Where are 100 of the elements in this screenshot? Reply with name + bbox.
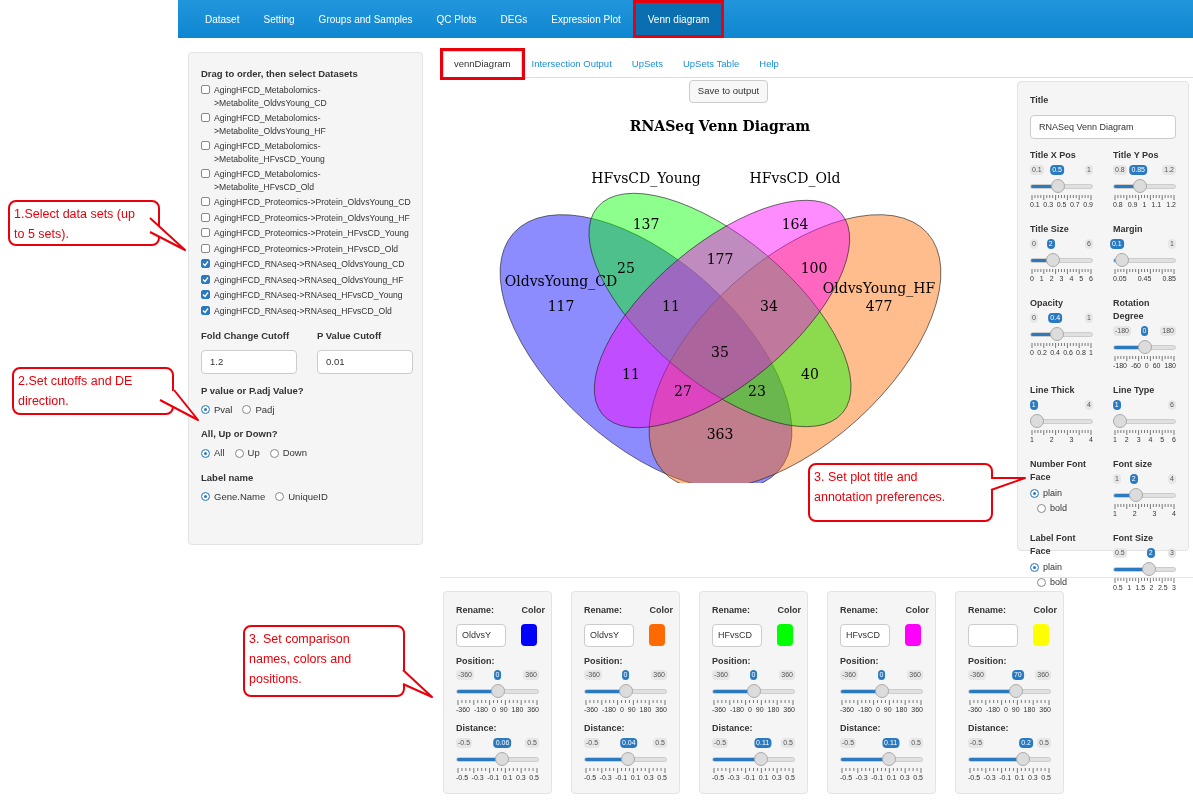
tab[interactable]: UpSets Table: [672, 51, 750, 77]
rename-field[interactable]: HFvsCD: [712, 623, 762, 647]
slider-handle[interactable]: [1046, 252, 1061, 267]
slider[interactable]: [712, 751, 795, 766]
slider[interactable]: [968, 684, 1051, 698]
slider-handle[interactable]: [1113, 413, 1127, 428]
slider[interactable]: [1030, 413, 1093, 428]
slider-handle[interactable]: [1030, 413, 1044, 428]
slider-handle[interactable]: [746, 684, 761, 698]
rename-field[interactable]: OldvsY: [584, 623, 634, 647]
radio-button[interactable]: [1030, 488, 1039, 498]
radio-button[interactable]: [1037, 504, 1046, 514]
radio-button[interactable]: [234, 448, 244, 458]
control-label: Position:: [584, 654, 624, 668]
slider-handle[interactable]: [494, 751, 509, 766]
rename-field[interactable]: OldvsY: [456, 623, 506, 647]
checkbox[interactable]: [201, 243, 210, 253]
checkbox[interactable]: [201, 141, 210, 151]
color-swatch[interactable]: [521, 624, 537, 646]
checkbox[interactable]: [201, 85, 210, 95]
slider-handle[interactable]: [1115, 252, 1130, 267]
radio-label: UniqueID: [288, 489, 328, 504]
nav-tab[interactable]: Groups and Samples: [306, 0, 425, 38]
region-count: 34: [760, 298, 778, 314]
color-swatch[interactable]: [777, 624, 793, 646]
color-swatch[interactable]: [905, 624, 921, 646]
checkbox[interactable]: [201, 212, 210, 222]
input-field[interactable]: 0.01: [317, 349, 413, 374]
rename-field[interactable]: HFvsCD: [840, 623, 890, 647]
slider-handle[interactable]: [1051, 178, 1066, 193]
slider[interactable]: [1113, 561, 1176, 576]
slider[interactable]: [1030, 178, 1093, 193]
slider-handle[interactable]: [882, 751, 897, 766]
control-label: Distance:: [456, 722, 498, 735]
slider[interactable]: [456, 751, 539, 766]
slider[interactable]: [712, 684, 795, 698]
slider-handle[interactable]: [621, 751, 636, 766]
slider-handle[interactable]: [1049, 326, 1064, 341]
checkbox[interactable]: [201, 305, 210, 315]
slider[interactable]: [1113, 252, 1176, 267]
slider[interactable]: [456, 684, 539, 698]
radio-button[interactable]: [201, 448, 210, 458]
checkbox[interactable]: [201, 259, 210, 269]
input-field[interactable]: 1.2: [201, 349, 297, 374]
nav-tab[interactable]: DEGs: [488, 0, 540, 38]
slider-handle[interactable]: [618, 684, 633, 698]
control-label: Line Type: [1113, 383, 1156, 397]
nav-tab[interactable]: Venn diagram: [632, 0, 725, 38]
radio-button[interactable]: [242, 405, 252, 415]
slider[interactable]: [584, 751, 667, 766]
slider-handle[interactable]: [1009, 684, 1024, 698]
radio-button[interactable]: [269, 448, 279, 458]
nav-tab[interactable]: Expression Plot: [539, 0, 633, 38]
slider[interactable]: [1030, 252, 1093, 267]
checkbox[interactable]: [201, 113, 210, 123]
slider-handle[interactable]: [1142, 561, 1157, 576]
radio-button[interactable]: [1030, 562, 1039, 572]
control-label: Font Size: [1113, 531, 1154, 545]
field-label: Color: [905, 604, 929, 617]
slider[interactable]: [1113, 178, 1176, 193]
nav-tab[interactable]: QC Plots: [424, 0, 489, 38]
radio-button[interactable]: [1037, 578, 1046, 588]
slider[interactable]: [1113, 339, 1176, 354]
slider[interactable]: [840, 751, 923, 766]
checkbox[interactable]: [201, 197, 210, 207]
set-label: HFvsCD_Old: [749, 170, 841, 186]
nav-tab[interactable]: Dataset: [193, 0, 252, 38]
checkbox[interactable]: [201, 228, 210, 238]
radio-button[interactable]: [275, 492, 285, 502]
tab[interactable]: Help: [749, 51, 789, 77]
control-label: Margin: [1113, 222, 1144, 236]
slider[interactable]: [584, 684, 667, 698]
color-swatch[interactable]: [1033, 624, 1049, 646]
tab[interactable]: UpSets: [621, 51, 673, 77]
slider-handle[interactable]: [1016, 751, 1031, 766]
checkbox[interactable]: [201, 274, 210, 284]
checkbox[interactable]: [201, 290, 210, 300]
color-swatch[interactable]: [649, 624, 665, 646]
radio-button[interactable]: [201, 492, 210, 502]
slider[interactable]: [1113, 487, 1176, 502]
slider-handle[interactable]: [1132, 178, 1147, 193]
set-label: OldvsYoung_CD: [504, 273, 618, 289]
nav-tab[interactable]: Setting: [251, 0, 307, 38]
rename-field[interactable]: [968, 623, 1018, 647]
tab[interactable]: Intersection Output: [521, 51, 622, 77]
title-field[interactable]: RNASeq Venn Diagram: [1030, 114, 1176, 139]
slider-handle[interactable]: [874, 684, 889, 698]
slider-handle[interactable]: [490, 684, 505, 698]
slider[interactable]: [1030, 326, 1093, 341]
slider-handle[interactable]: [1129, 487, 1144, 502]
radio-button[interactable]: [201, 405, 210, 415]
save-button[interactable]: Save to output: [688, 80, 769, 103]
slider[interactable]: [1113, 413, 1176, 428]
tab[interactable]: vennDiagram: [443, 51, 522, 77]
control-label: Position:: [840, 654, 880, 668]
slider-handle[interactable]: [754, 751, 769, 766]
slider[interactable]: [840, 684, 923, 698]
checkbox[interactable]: [201, 169, 210, 179]
slider-handle[interactable]: [1137, 339, 1152, 354]
slider[interactable]: [968, 751, 1051, 766]
